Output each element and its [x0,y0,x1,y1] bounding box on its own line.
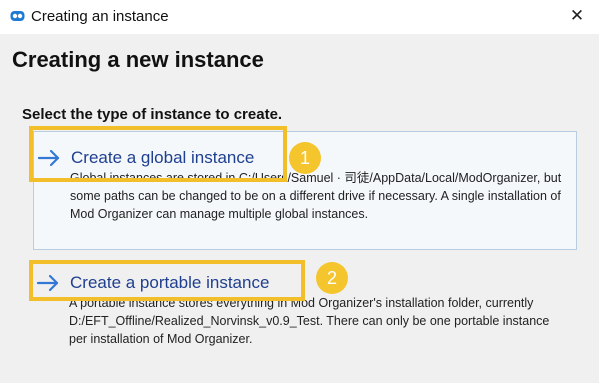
window-title: Creating an instance [31,8,169,25]
portable-instance-title[interactable]: Create a portable instance [70,273,269,293]
create-portable-instance-option[interactable]: Create a portable instance A portable in… [33,257,577,358]
window-title-bar[interactable]: Creating an instance ✕ [0,0,599,34]
creating-instance-window: Creating an instance ✕ Creating a new in… [0,0,599,383]
annotation-badge-2: 2 [316,262,348,294]
instance-type-instruction: Select the type of instance to create. [22,106,283,123]
global-instance-title[interactable]: Create a global instance [71,148,254,168]
page-title: Creating a new instance [12,47,264,72]
annotation-badge-1: 1 [289,142,321,174]
arrow-right-icon [36,274,59,292]
global-instance-description: Global instances are stored in C:/Users/… [70,171,562,221]
close-button[interactable]: ✕ [563,2,591,30]
global-instance-header[interactable]: Create a global instance [37,144,254,172]
portable-instance-header[interactable]: Create a portable instance [36,269,269,297]
mod-organizer-icon [10,11,25,21]
arrow-right-icon [37,149,60,167]
close-icon: ✕ [569,6,585,26]
portable-instance-description: A portable instance stores everything in… [69,296,550,346]
